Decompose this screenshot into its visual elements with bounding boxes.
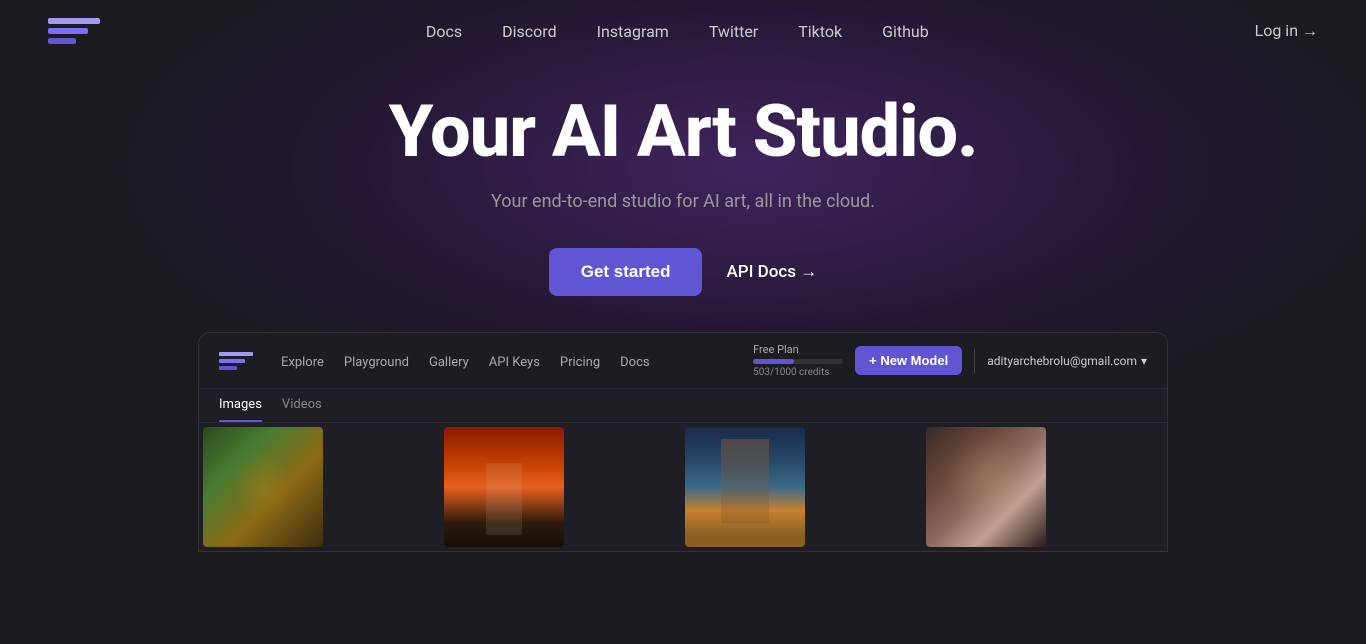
- credits-block: Free Plan 503/1000 credits: [753, 343, 843, 378]
- app-nav-link-pricing[interactable]: Pricing: [560, 355, 600, 370]
- app-logo-bar-3: [219, 366, 237, 370]
- nav-item-discord[interactable]: Discord: [502, 22, 556, 41]
- app-logo-bar-1: [219, 352, 253, 356]
- hero-buttons: Get started API Docs →: [20, 248, 1346, 296]
- app-nav-link-docs[interactable]: Docs: [620, 355, 649, 370]
- api-docs-link[interactable]: API Docs →: [726, 262, 817, 282]
- app-nav: Explore Playground Gallery API Keys Pric…: [199, 333, 1167, 389]
- nav-link-docs[interactable]: Docs: [426, 22, 462, 41]
- main-nav: Docs Discord Instagram Twitter Tiktok Gi…: [0, 0, 1366, 62]
- gallery-item-2[interactable]: [444, 427, 564, 547]
- logo-bar-3: [48, 38, 76, 44]
- nav-links: Docs Discord Instagram Twitter Tiktok Gi…: [426, 22, 929, 41]
- app-nav-right: Free Plan 503/1000 credits + New Model a…: [753, 343, 1147, 378]
- hero-title: Your AI Art Studio.: [20, 92, 1346, 171]
- logo[interactable]: [48, 18, 100, 44]
- nav-link-twitter[interactable]: Twitter: [709, 22, 758, 41]
- gallery-item-3[interactable]: [685, 427, 805, 547]
- hero-section: Your AI Art Studio. Your end-to-end stud…: [0, 62, 1366, 296]
- credits-text: 503/1000 credits: [753, 367, 843, 378]
- nav-item-instagram[interactable]: Instagram: [597, 22, 669, 41]
- user-email[interactable]: adityarchebrolu@gmail.com ▾: [987, 354, 1147, 368]
- app-nav-gallery[interactable]: Gallery: [429, 351, 469, 370]
- credits-bar-fill: [753, 359, 794, 364]
- tab-images[interactable]: Images: [219, 397, 262, 422]
- gallery: [199, 423, 1167, 551]
- nav-link-discord[interactable]: Discord: [502, 22, 556, 41]
- get-started-button[interactable]: Get started: [549, 248, 703, 296]
- hero-subtitle: Your end-to-end studio for AI art, all i…: [20, 191, 1346, 212]
- logo-bar-2: [48, 28, 88, 34]
- login-link[interactable]: Log in →: [1255, 21, 1318, 41]
- app-nav-playground[interactable]: Playground: [344, 351, 409, 370]
- credits-bar-background: [753, 359, 843, 364]
- chevron-down-icon: ▾: [1141, 354, 1147, 368]
- app-preview: Explore Playground Gallery API Keys Pric…: [198, 332, 1168, 552]
- nav-item-github[interactable]: Github: [882, 22, 929, 41]
- nav-divider: [974, 349, 975, 373]
- nav-link-github[interactable]: Github: [882, 22, 929, 41]
- user-email-text: adityarchebrolu@gmail.com: [987, 354, 1137, 368]
- app-logo-bar-2: [219, 359, 245, 363]
- app-nav-docs[interactable]: Docs: [620, 351, 649, 370]
- app-nav-link-explore[interactable]: Explore: [281, 355, 324, 370]
- free-plan-label: Free Plan: [753, 343, 843, 356]
- app-nav-link-api-keys[interactable]: API Keys: [489, 355, 540, 370]
- gallery-item-4[interactable]: [926, 427, 1046, 547]
- nav-link-instagram[interactable]: Instagram: [597, 22, 669, 41]
- tab-videos[interactable]: Videos: [282, 397, 322, 422]
- app-nav-links: Explore Playground Gallery API Keys Pric…: [281, 351, 729, 370]
- app-nav-api-keys[interactable]: API Keys: [489, 351, 540, 370]
- app-nav-link-playground[interactable]: Playground: [344, 355, 409, 370]
- app-nav-explore[interactable]: Explore: [281, 351, 324, 370]
- nav-item-docs[interactable]: Docs: [426, 22, 462, 41]
- nav-item-twitter[interactable]: Twitter: [709, 22, 758, 41]
- app-logo[interactable]: [219, 352, 253, 370]
- new-model-button[interactable]: + New Model: [855, 346, 962, 375]
- app-tabs: Images Videos: [199, 389, 1167, 423]
- nav-link-tiktok[interactable]: Tiktok: [798, 22, 842, 41]
- app-nav-link-gallery[interactable]: Gallery: [429, 355, 469, 370]
- logo-bar-1: [48, 18, 100, 24]
- app-nav-pricing[interactable]: Pricing: [560, 351, 600, 370]
- nav-item-tiktok[interactable]: Tiktok: [798, 22, 842, 41]
- gallery-item-1[interactable]: [203, 427, 323, 547]
